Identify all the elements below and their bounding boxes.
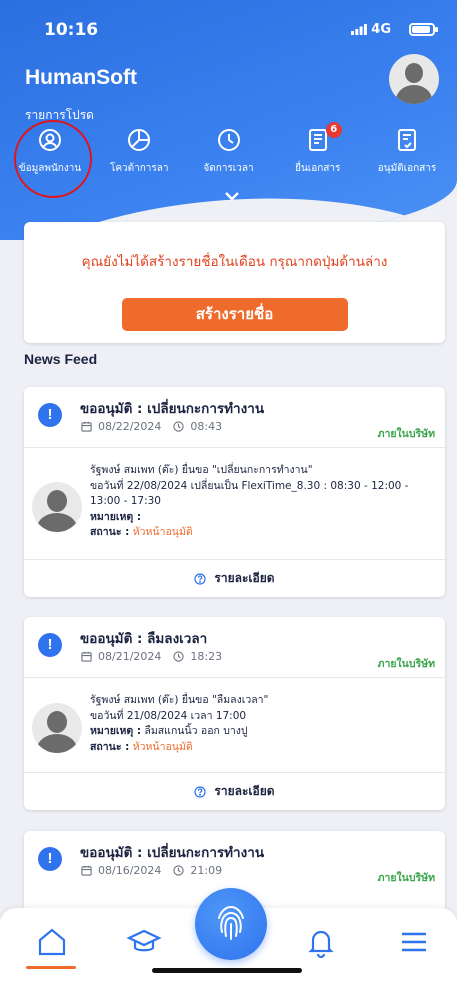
clock-icon [173, 651, 185, 662]
feed-time: 18:23 [190, 650, 223, 663]
feed-title: ขออนุมัติ : เปลี่ยนกะการทำงาน [80, 845, 265, 861]
feed-line: รัฐพงษ์ สมเพท (ต๊ะ) ยื่นขอ "เปลี่ยนกะการ… [90, 464, 313, 476]
clock-icon [217, 128, 241, 152]
brand-logo: HumanSoft [25, 66, 137, 89]
signal-icon [351, 24, 368, 35]
divider [24, 772, 445, 773]
requester-avatar [32, 703, 82, 753]
tab-notifications[interactable] [303, 924, 339, 960]
feed-title: ขออนุมัติ : เปลี่ยนกะการทำงาน [80, 401, 265, 417]
feed-card[interactable]: ! ขออนุมัติ : ลืมลงเวลา 08/21/2024 18:23… [24, 617, 445, 810]
divider [24, 559, 445, 560]
requester-avatar [32, 482, 82, 532]
feed-line: ขอวันที่ 21/08/2024 เวลา 17:00 [90, 709, 247, 722]
create-list-card: คุณยังไม่ได้สร้างรายชื่อในเดือน กรุณากดป… [24, 222, 445, 343]
shortcut-time-management[interactable]: จัดการเวลา [185, 128, 273, 178]
feed-meta: 08/22/2024 08:43 [81, 420, 222, 433]
calendar-icon [81, 651, 92, 662]
clock-icon [173, 421, 185, 432]
notice-message: คุณยังไม่ได้สร้างรายชื่อในเดือน กรุณากดป… [81, 254, 388, 270]
shortcut-label: ยื่นเอกสาร [295, 163, 341, 174]
details-label: รายละเอียด [214, 571, 275, 585]
feed-tag: ภายในบริษัท [377, 658, 435, 670]
notification-badge: 6 [325, 122, 342, 138]
feed-body: รัฐพงษ์ สมเพท (ต๊ะ) ยื่นขอ "ลืมลงเวลา" ข… [90, 693, 433, 755]
help-circle-icon [194, 572, 207, 585]
status-bar: 10:16 4G [44, 18, 438, 42]
feed-card[interactable]: ! ขออนุมัติ : เปลี่ยนกะการทำงาน 08/22/20… [24, 387, 445, 597]
approve-document-icon [395, 128, 419, 152]
create-list-button[interactable]: สร้างรายชื่อ [121, 298, 348, 331]
menu-icon [402, 932, 426, 952]
status-label: สถานะ : [90, 526, 130, 538]
shortcut-label: จัดการเวลา [203, 163, 254, 174]
details-link[interactable]: รายละเอียด [24, 782, 445, 801]
status-label: สถานะ : [90, 740, 130, 753]
fingerprint-icon [218, 905, 244, 940]
clock-icon [173, 865, 185, 876]
tab-learning[interactable] [126, 924, 162, 960]
battery-icon [409, 23, 438, 36]
graduation-cap-icon [126, 929, 162, 952]
news-feed-title: News Feed [24, 351, 98, 367]
feed-meta: 08/16/2024 21:09 [81, 864, 222, 877]
calendar-icon [81, 421, 92, 432]
feed-time: 21:09 [190, 864, 223, 877]
feed-date: 08/22/2024 [98, 420, 162, 433]
help-circle-icon [194, 785, 207, 798]
remark-label: หมายเหตุ : [90, 510, 142, 523]
shortcut-submit-document[interactable]: 6 ยื่นเอกสาร [274, 122, 362, 178]
network-indicator: 4G [351, 22, 391, 37]
status-time: 10:16 [44, 20, 99, 40]
shortcut-leave-quota[interactable]: โควต้าการลา [95, 128, 183, 178]
calendar-icon [81, 865, 92, 876]
feed-tag: ภายในบริษัท [377, 872, 435, 884]
status-value: หัวหน้าอนุมัติ [132, 740, 193, 753]
alert-icon: ! [38, 403, 62, 427]
home-indicator [152, 968, 302, 973]
feed-time: 08:43 [190, 420, 223, 433]
feed-date: 08/16/2024 [98, 864, 162, 877]
fingerprint-scan-button[interactable] [195, 888, 267, 960]
document-icon: 6 [306, 122, 342, 152]
divider [24, 677, 445, 678]
alert-icon: ! [38, 847, 62, 871]
home-icon [38, 928, 66, 956]
details-label: รายละเอียด [214, 784, 275, 798]
alert-icon: ! [38, 633, 62, 657]
shortcut-approve-document[interactable]: อนุมัติเอกสาร [363, 128, 451, 178]
shortcut-label: โควต้าการลา [109, 163, 169, 174]
feed-title: ขออนุมัติ : ลืมลงเวลา [80, 631, 208, 647]
feed-line: รัฐพงษ์ สมเพท (ต๊ะ) ยื่นขอ "ลืมลงเวลา" [90, 694, 269, 706]
tab-home[interactable] [26, 924, 76, 969]
feed-tag: ภายในบริษัท [377, 428, 435, 440]
highlight-annotation [14, 120, 92, 198]
details-link[interactable]: รายละเอียด [24, 569, 445, 588]
shortcut-label: อนุมัติเอกสาร [377, 163, 437, 174]
divider [24, 447, 445, 448]
remark-label: หมายเหตุ : [90, 725, 142, 737]
feed-body: รัฐพงษ์ สมเพท (ต๊ะ) ยื่นขอ "เปลี่ยนกะการ… [90, 463, 433, 541]
header: 10:16 4G HumanSoft รายการโปรด ข้อมูลพนัก… [0, 0, 457, 240]
remark-value: ลืมสแกนนิ้ว ออก บางปู [144, 725, 248, 737]
feed-date: 08/21/2024 [98, 650, 162, 663]
feed-line: ขอวันที่ 22/08/2024 เปลี่ยนเป็น FlexiTim… [90, 479, 409, 508]
profile-avatar[interactable] [389, 54, 439, 104]
feed-meta: 08/21/2024 18:23 [81, 650, 222, 663]
status-value: หัวหน้าอนุมัติ [132, 526, 193, 538]
chevron-down-icon[interactable] [224, 190, 240, 202]
network-type: 4G [371, 22, 391, 37]
pie-chart-icon [127, 128, 151, 152]
bell-icon [308, 930, 334, 959]
tab-menu[interactable] [396, 924, 432, 960]
